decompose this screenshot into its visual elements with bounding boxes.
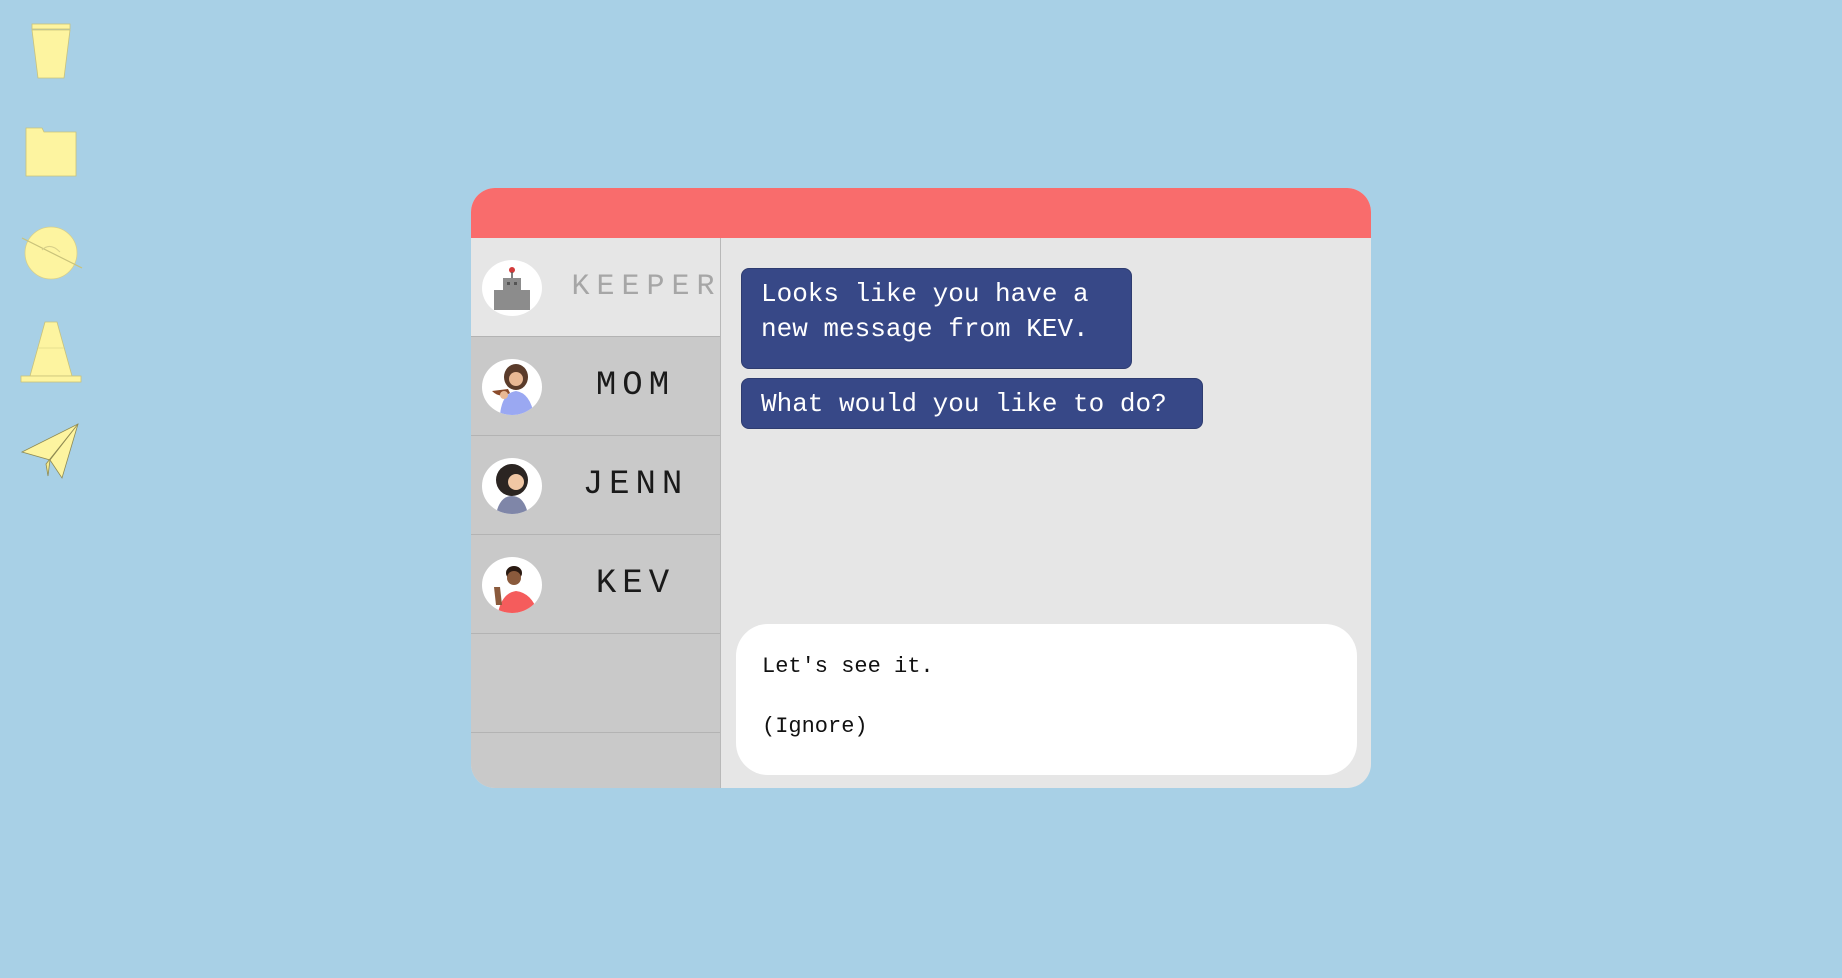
traffic-cone-icon[interactable] bbox=[18, 320, 84, 386]
mom-avatar bbox=[482, 359, 542, 415]
contact-kev[interactable]: KEV bbox=[471, 535, 720, 634]
browser-globe-icon[interactable] bbox=[18, 220, 84, 286]
contact-keeper[interactable]: KEEPER bbox=[471, 238, 720, 337]
message-bubble: What would you like to do? bbox=[741, 378, 1203, 429]
reply-option-ignore[interactable]: (Ignore) bbox=[762, 714, 868, 739]
window-titlebar[interactable] bbox=[471, 188, 1371, 238]
messenger-window: KEEPER MOM JENN KEV Looks like you have … bbox=[471, 188, 1371, 788]
contact-name: KEEPER bbox=[571, 270, 722, 304]
reply-option-see-it[interactable]: Let's see it. bbox=[762, 654, 934, 679]
contact-sidebar: KEEPER MOM JENN KEV bbox=[471, 238, 721, 788]
robot-avatar bbox=[482, 260, 542, 316]
message-bubble: Looks like you have a new message from K… bbox=[741, 268, 1132, 369]
contact-name: JENN bbox=[582, 466, 689, 504]
chat-panel: Looks like you have a new message from K… bbox=[721, 238, 1371, 788]
reply-options-box: Let's see it. (Ignore) bbox=[736, 624, 1357, 775]
contact-name: KEV bbox=[595, 565, 676, 603]
contact-jenn[interactable]: JENN bbox=[471, 436, 720, 535]
contact-mom[interactable]: MOM bbox=[471, 337, 720, 436]
paper-plane-icon[interactable] bbox=[18, 420, 84, 486]
contact-name: MOM bbox=[595, 367, 676, 405]
folder-icon[interactable] bbox=[18, 120, 84, 186]
jenn-avatar bbox=[482, 458, 542, 514]
trash-icon[interactable] bbox=[18, 18, 84, 84]
contact-slot-empty bbox=[471, 634, 720, 733]
kev-avatar bbox=[482, 557, 542, 613]
